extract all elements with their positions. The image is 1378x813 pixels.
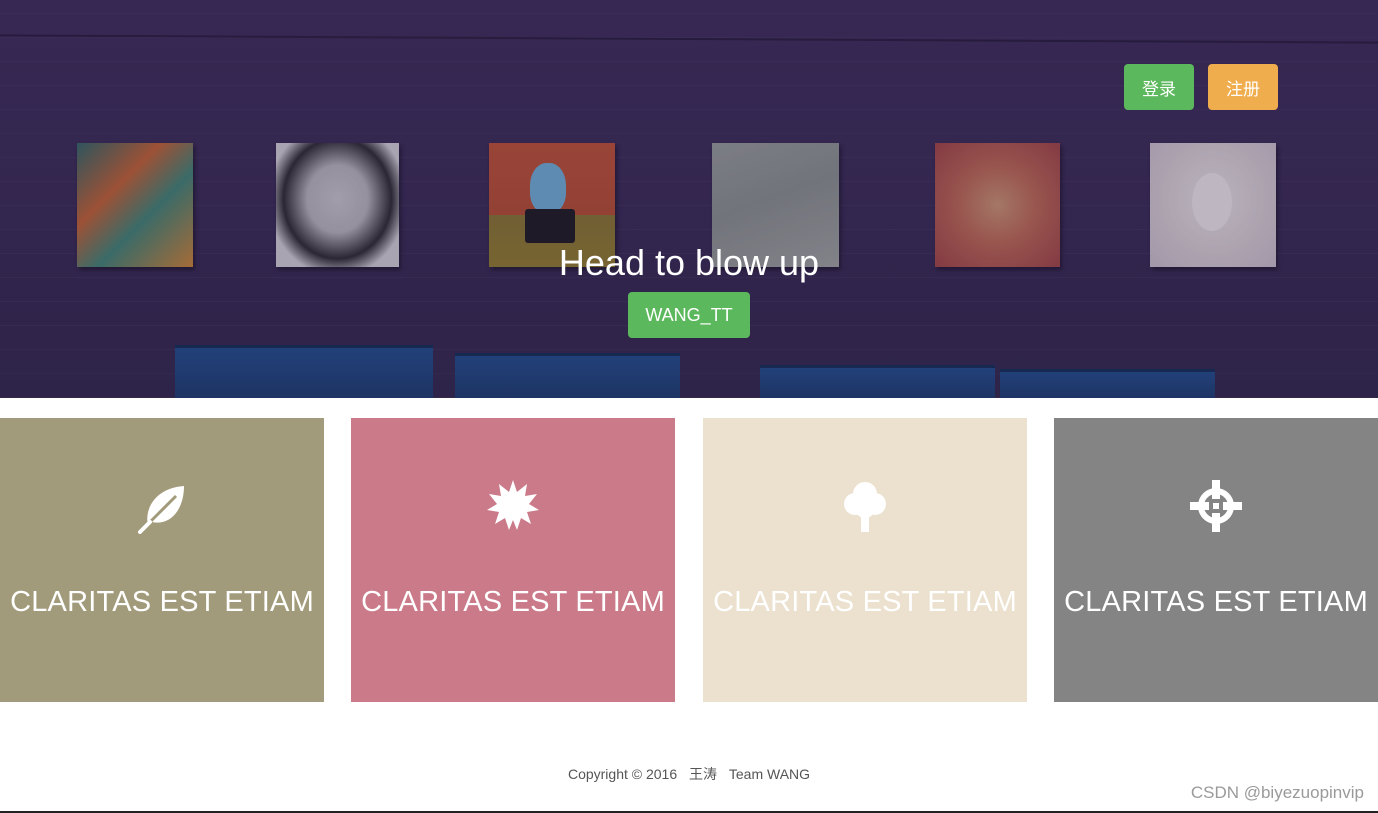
copyright-text: Copyright © 2016 (567, 766, 678, 782)
hero-cta-button[interactable]: WANG_TT (628, 292, 750, 338)
feature-card[interactable]: CLARITAS EST ETIAM (351, 418, 675, 702)
feature-card[interactable]: CLARITAS EST ETIAM (703, 418, 1027, 702)
crosshair-icon (1190, 480, 1242, 532)
feature-card-label: CLARITAS EST ETIAM (361, 586, 665, 618)
feature-card[interactable]: CLARITAS EST ETIAM (0, 418, 324, 702)
login-button[interactable]: 登录 (1124, 64, 1194, 110)
hero-overlay (0, 0, 1378, 398)
footer: Copyright © 2016 王涛 Team WANG (0, 764, 1378, 784)
hero-title: Head to blow up (558, 242, 820, 283)
starburst-icon (487, 480, 539, 530)
hero-banner: 登录 注册 Head to blow up WANG_TT (0, 0, 1378, 398)
feature-card-label: CLARITAS EST ETIAM (1064, 586, 1368, 618)
author-name: 王涛 (689, 766, 717, 782)
team-name: Team WANG (728, 766, 811, 782)
register-button[interactable]: 注册 (1208, 64, 1278, 110)
feature-card[interactable]: CLARITAS EST ETIAM (1054, 418, 1378, 702)
feature-card-label: CLARITAS EST ETIAM (713, 586, 1017, 618)
leaf-icon (138, 486, 184, 534)
tree-icon (844, 482, 886, 532)
watermark: CSDN @biyezuopinvip (1190, 783, 1364, 802)
feature-card-label: CLARITAS EST ETIAM (10, 586, 314, 618)
